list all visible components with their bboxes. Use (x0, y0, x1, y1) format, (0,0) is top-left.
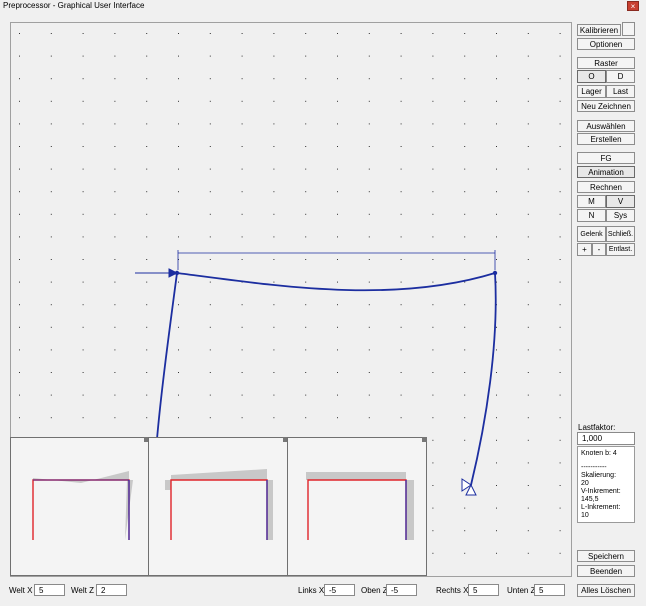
moment-diagram (32, 471, 133, 540)
oben-z-label: Oben Z (361, 586, 388, 595)
l-inkrement-label: L-Inkrement: (581, 504, 621, 511)
o-button[interactable]: O (577, 70, 606, 83)
window-title: Preprocessor - Graphical User Interface (3, 1, 145, 10)
links-x-field[interactable]: -5 (324, 584, 355, 596)
frame-column-right (470, 272, 497, 486)
preview-normal[interactable] (287, 437, 427, 576)
rechts-x-label: Rechts X (436, 586, 469, 595)
title-bar: Preprocessor - Graphical User Interface … (0, 0, 646, 12)
info-separator: ----------- (581, 464, 607, 471)
gelenk-button[interactable]: Gelenk (577, 226, 606, 242)
schliess-button[interactable]: Schließ. (606, 226, 635, 242)
v-inkrement-label: V-Inkrement: (581, 488, 621, 495)
alles-loeschen-button[interactable]: Alles Löschen (577, 584, 635, 597)
neu-zeichnen-button[interactable]: Neu Zeichnen (577, 100, 635, 112)
dimension-line (177, 250, 496, 270)
welt-z-field[interactable]: 2 (96, 584, 127, 596)
auswaehlen-button[interactable]: Auswählen (577, 120, 635, 132)
skalierung-label: Skalierung: (581, 472, 617, 479)
speichern-button[interactable]: Speichern (577, 550, 635, 562)
links-x-label: Links X (298, 586, 325, 595)
node-1[interactable] (174, 270, 180, 276)
welt-z-label: Welt Z (71, 586, 94, 595)
load-arrow-icon (135, 268, 179, 278)
m-button[interactable]: M (577, 195, 606, 208)
frame-column-left (156, 272, 178, 440)
unten-z-label: Unten Z (507, 586, 536, 595)
lager-button[interactable]: Lager (577, 85, 606, 98)
last-button[interactable]: Last (606, 85, 635, 98)
frame-beam (176, 272, 496, 292)
animation-button[interactable]: Animation (577, 166, 635, 178)
n-button[interactable]: N (577, 209, 606, 222)
preview-moment[interactable] (10, 437, 149, 576)
info-box: Knoten b: 4 ----------- Skalierung: 20 V… (577, 446, 635, 523)
v-button[interactable]: V (606, 195, 635, 208)
rechnen-button[interactable]: Rechnen (577, 181, 635, 193)
lastfaktor-input[interactable]: 1,000 (577, 432, 635, 445)
lastfaktor-label: Lastfaktor: (578, 423, 616, 432)
optionen-button[interactable]: Optionen (577, 38, 635, 50)
erstellen-button[interactable]: Erstellen (577, 133, 635, 145)
shear-diagram (165, 469, 273, 540)
fg-nummerieren-button[interactable]: FG Nummerieren (577, 152, 635, 174)
panel-corner (422, 437, 427, 442)
welt-x-field[interactable]: 5 (34, 584, 65, 596)
minus-button[interactable]: - (592, 243, 606, 256)
knoten-count: Knoten b: 4 (581, 450, 617, 457)
raster-button[interactable]: Raster (577, 57, 635, 69)
preview-shear[interactable] (148, 437, 288, 576)
sys-button[interactable]: Sys (606, 209, 635, 222)
rechts-x-field[interactable]: 5 (468, 584, 499, 596)
beenden-button[interactable]: Beenden (577, 565, 635, 577)
kalibrieren-button[interactable]: Kalibrieren (577, 24, 621, 36)
unten-z-field[interactable]: 5 (534, 584, 565, 596)
oben-z-field[interactable]: -5 (386, 584, 417, 596)
node-2[interactable] (492, 270, 498, 276)
plus-button[interactable]: + (577, 243, 592, 256)
normal-force-diagram (306, 472, 414, 540)
entlast-button[interactable]: Entlast. (606, 243, 635, 256)
window-toggle-icon[interactable] (622, 22, 635, 36)
support-icon (461, 478, 477, 496)
welt-x-label: Welt X (9, 586, 33, 595)
close-button[interactable]: × (627, 1, 639, 11)
v-inkrement-value: 145,5 (581, 496, 599, 503)
l-inkrement-value: 10 (581, 512, 589, 519)
d-button[interactable]: D (606, 70, 635, 83)
skalierung-value: 20 (581, 480, 589, 487)
